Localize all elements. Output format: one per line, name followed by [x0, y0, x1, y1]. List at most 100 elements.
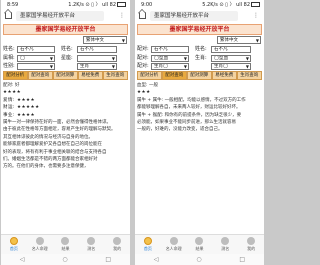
chevron-down-icon: ▼ — [255, 38, 259, 43]
form-label: 姓名: — [61, 46, 73, 52]
match-calc-button[interactable]: 配对测算 — [53, 71, 78, 80]
zodiac-select-2[interactable]: ▼ — [77, 55, 117, 62]
gender-select-2[interactable]: 生肖 ▼ — [77, 63, 117, 70]
tab-naming[interactable]: 测名 — [78, 235, 104, 255]
result-line: 好的表现，将有有利于事业相关联的结合与支持各自 — [3, 149, 107, 155]
user-icon — [113, 237, 122, 245]
gender-select-1[interactable]: ▼ — [17, 63, 55, 70]
chevron-down-icon: ▼ — [111, 64, 115, 69]
result-line: 们。婚姻生活都是不错的两方面都能合家相好对 — [3, 157, 98, 163]
zodiac-query-button[interactable]: 生肖查询 — [237, 71, 262, 80]
name-input-1[interactable]: 石不凡 — [151, 46, 189, 53]
screenshot-pair: 8:59 1.2K/s ⊙ ▯ 〉 ull 82 墨家国学易经开放平台 ⋮ 墨家… — [0, 0, 265, 265]
star-rating: ★★★ — [137, 90, 151, 96]
user-icon — [247, 237, 256, 245]
match-query-button[interactable]: 配对查询 — [162, 71, 187, 80]
status-bar: 9:00 5.2K/s ⊙ ▯ 〉 ull 82 — [135, 0, 264, 10]
browser-address-bar: 墨家国学易经开放平台 ⋮ — [1, 10, 130, 22]
recents-icon[interactable]: □ — [105, 256, 111, 263]
form-label: 配对: — [137, 46, 149, 52]
tab-celebrity[interactable]: 名人命理 — [27, 235, 53, 255]
status-bar: 8:59 1.2K/s ⊙ ▯ 〉 ull 82 — [1, 0, 130, 10]
recents-icon[interactable]: □ — [239, 256, 245, 263]
result-line: 财运: ★★★★★ — [3, 105, 40, 111]
name-input-2[interactable]: 石不凡 — [211, 46, 251, 53]
free-yijing-button[interactable]: 易经免费 — [78, 71, 103, 80]
system-nav-bar: ◁ ○ □ — [135, 254, 264, 265]
tab-profile[interactable]: 我的 — [238, 235, 264, 255]
form-row-3: 性别: ▼ 生肖 ▼ — [3, 62, 128, 71]
more-menu-icon[interactable]: ⋮ — [119, 11, 125, 21]
person-icon — [169, 237, 178, 245]
url-field[interactable]: 墨家国学易经开放平台 — [150, 11, 238, 21]
status-time: 9:00 — [141, 2, 153, 8]
tab-home[interactable]: 首页 — [1, 235, 27, 255]
zodiac-select-2[interactable]: 生肖◯ ▼ — [211, 63, 251, 70]
site-title: 墨家国学易经开放平台 — [137, 24, 262, 35]
browser-address-bar: 墨家国学易经开放平台 ⋮ — [135, 10, 264, 22]
result-line: 一般的，好难的，没能力改变，适合自己。 — [137, 127, 223, 133]
tab-result[interactable]: 结果 — [187, 235, 213, 255]
more-menu-icon[interactable]: ⋮ — [253, 11, 259, 21]
home-circle-icon[interactable]: ○ — [62, 256, 67, 263]
language-select[interactable]: 繁体中文 ▼ — [83, 36, 127, 44]
action-buttons: 配对分析 配对查询 配对测算 易经免费 生肖查询 — [3, 71, 128, 80]
match-analysis-button[interactable]: 配对分析 — [137, 71, 162, 80]
result-line: 事业: ★★★★ — [3, 112, 36, 118]
result-line: 能够家庭者都理解爱护又各自想在自己的岗位能在 — [3, 142, 102, 148]
bottom-tab-bar: 首页 名人命理 结果 测名 我的 — [135, 234, 264, 255]
match-query-button[interactable]: 配对查询 — [28, 71, 53, 80]
match-analysis-button[interactable]: 配对分析 — [3, 71, 28, 80]
result-line: 由于彼此在性格等方面相近，容易产生好的理解与默契。 — [3, 127, 116, 133]
battery-icon — [251, 2, 260, 7]
form-row-3: 配对: 生肖◯ ▼ 生肖◯ ▼ — [137, 62, 262, 71]
tab-celebrity[interactable]: 名人命理 — [161, 235, 187, 255]
result-line: 属牛 + 猴配: 和你有的前提条件，因为缺乏很少，要 — [137, 112, 242, 118]
home-icon[interactable] — [139, 12, 146, 19]
form-label: 姓名: — [195, 46, 207, 52]
back-icon[interactable]: ◁ — [20, 256, 25, 263]
action-buttons: 配对分析 配对查询 配对测算 易经免费 生肖查询 — [137, 71, 262, 80]
back-icon[interactable]: ◁ — [154, 256, 159, 263]
battery-icon — [117, 2, 126, 7]
result-line: 必须能，如果事业不能同步前进，那么生活就容易 — [137, 120, 236, 126]
form-label: 配对: — [137, 63, 149, 69]
free-yijing-button[interactable]: 易经免费 — [212, 71, 237, 80]
name-input-1[interactable]: 石不凡 — [17, 46, 55, 53]
person-icon — [35, 237, 44, 245]
home-circle-icon[interactable]: ○ — [196, 256, 201, 263]
blood-type-select-2[interactable]: ◯型血 ▼ — [211, 55, 251, 62]
tab-result[interactable]: 结果 — [53, 235, 79, 255]
result-line: 其互相体谅彼此的情况与经济与自身的地位。 — [3, 134, 93, 140]
result-line: 都能够理解各自，未来两人较好，财运比较好好坏。 — [137, 105, 241, 111]
home-icon — [9, 237, 18, 245]
status-time: 8:59 — [7, 2, 19, 8]
home-icon — [143, 237, 152, 245]
chevron-down-icon: ▼ — [245, 64, 249, 69]
result-line: 配对: 好 — [3, 83, 20, 88]
name-icon — [221, 237, 230, 245]
tab-naming[interactable]: 测名 — [212, 235, 238, 255]
zodiac-select-1[interactable]: 生肖◯ ▼ — [151, 63, 189, 70]
chevron-down-icon: ▼ — [183, 64, 187, 69]
form-label: 性别: — [3, 63, 15, 69]
system-nav-bar: ◁ ○ □ — [1, 254, 130, 265]
right-phone-screen: 9:00 5.2K/s ⊙ ▯ 〉 ull 82 墨家国学易经开放平台 ⋮ 墨家… — [135, 0, 264, 265]
tab-home[interactable]: 首页 — [135, 235, 161, 255]
result-line: 方的。在他们的身体，也需要多注意保健， — [3, 164, 89, 170]
status-info: 1.2K/s ⊙ ▯ 〉 ull 82 — [68, 0, 126, 10]
name-input-2[interactable]: 石不凡 — [77, 46, 117, 53]
chevron-down-icon: ▼ — [121, 38, 125, 43]
tab-profile[interactable]: 我的 — [104, 235, 130, 255]
url-field[interactable]: 墨家国学易经开放平台 — [16, 11, 104, 21]
home-icon[interactable] — [5, 12, 12, 19]
result-line: 血型: 一般 — [137, 83, 158, 88]
blood-type-select-1[interactable]: ◯型血 ▼ — [151, 55, 189, 62]
star-rating: ★★★★ — [3, 90, 22, 96]
zodiac-query-button[interactable]: 生肖查询 — [103, 71, 128, 80]
form-label: 姓名: — [3, 46, 15, 52]
result-icon — [195, 237, 204, 245]
language-select[interactable]: 繁体中文 ▼ — [217, 36, 261, 44]
zodiac-select-1[interactable]: ◯ ▼ — [17, 55, 55, 62]
match-calc-button[interactable]: 配对测算 — [187, 71, 212, 80]
